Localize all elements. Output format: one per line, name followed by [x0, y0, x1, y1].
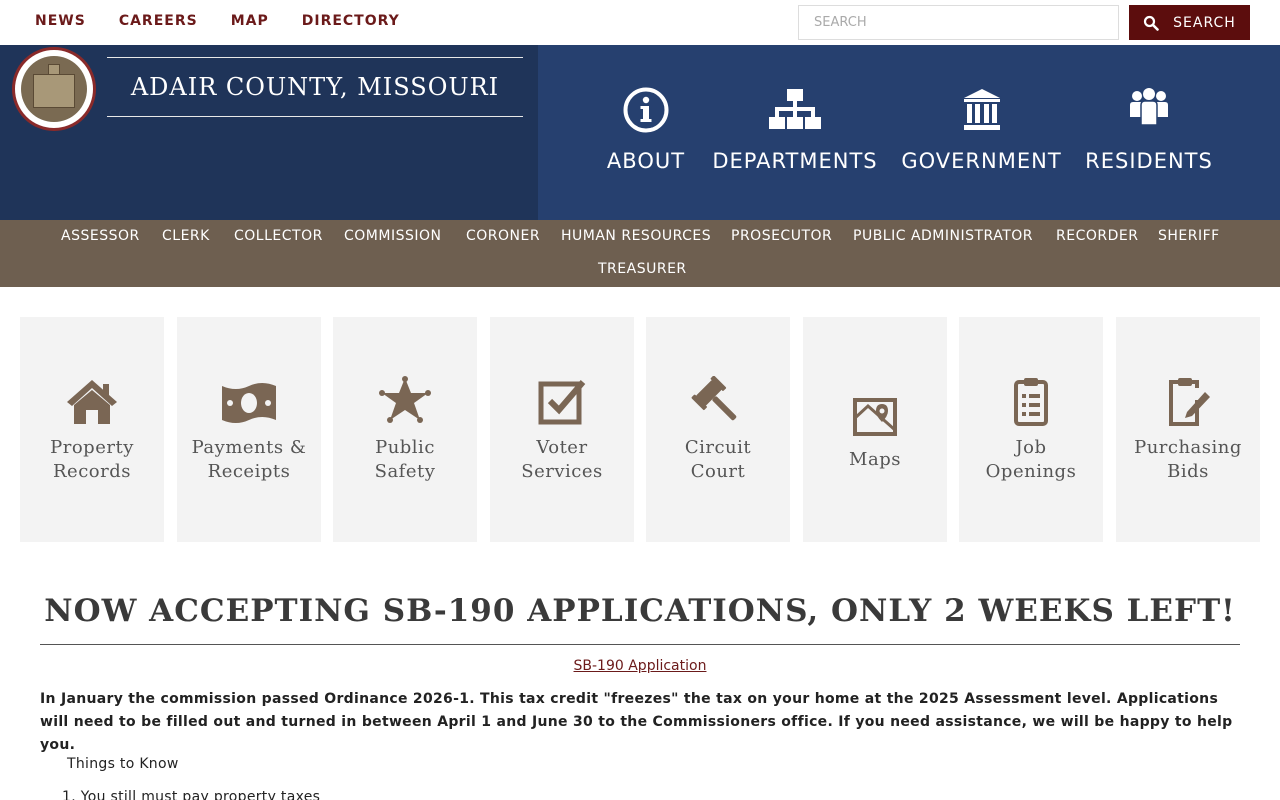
news-link[interactable]: NEWS [35, 13, 86, 29]
dept-commission[interactable]: COMMISSION [344, 228, 441, 244]
tile-job-openings[interactable]: Job Openings [959, 317, 1103, 542]
tile-maps[interactable]: Maps [803, 317, 947, 542]
things-to-know-heading: Things to Know [67, 756, 179, 772]
department-nav-bar: ASSESSOR CLERK COLLECTOR COMMISSION CORO… [0, 220, 1280, 287]
seal-image [21, 56, 87, 122]
county-seal-logo[interactable] [12, 47, 96, 131]
tile-purchasing-bids-label: Purchasing Bids [1134, 436, 1242, 482]
list-item: 1. You still must pay property taxes [62, 789, 321, 800]
dept-assessor[interactable]: ASSESSOR [61, 228, 140, 244]
site-title-banner[interactable]: ADAIR COUNTY, MISSOURI [107, 57, 523, 117]
search-input[interactable] [798, 5, 1119, 40]
tile-property-records[interactable]: Property Records [20, 317, 164, 542]
utility-bar: NEWS CAREERS MAP DIRECTORY SEARCH [0, 0, 1280, 45]
tile-public-safety-label: Public Safety [374, 436, 436, 482]
search-icon [1144, 15, 1159, 31]
map-icon [853, 397, 897, 436]
org-chart-icon [769, 89, 821, 129]
article-headline: NOW ACCEPTING SB-190 APPLICATIONS, ONLY … [44, 593, 1236, 629]
building-columns-icon [963, 89, 1000, 130]
tile-payments-receipts[interactable]: Payments & Receipts [177, 317, 321, 542]
tile-job-openings-label: Job Openings [985, 436, 1077, 482]
application-link-row: SB-190 Application [0, 657, 1280, 675]
tile-payments-receipts-label: Payments & Receipts [191, 436, 307, 482]
nav-residents[interactable]: RESIDENTS [1085, 45, 1213, 220]
tile-maps-label: Maps [849, 448, 901, 470]
info-icon [623, 87, 669, 133]
search-button-label: SEARCH [1173, 14, 1236, 31]
nav-government-label: GOVERNMENT [901, 149, 1062, 173]
tile-voter-services-label: Voter Services [521, 436, 603, 482]
house-icon [67, 379, 117, 424]
search-button[interactable]: SEARCH [1129, 5, 1250, 40]
tile-voter-services[interactable]: Voter Services [490, 317, 634, 542]
dept-treasurer[interactable]: TREASURER [598, 261, 687, 277]
clipboard-edit-icon [1169, 377, 1210, 426]
tile-property-records-label: Property Records [50, 436, 134, 482]
dept-sheriff[interactable]: SHERIFF [1158, 228, 1220, 244]
checkbox-icon [538, 379, 586, 424]
careers-link[interactable]: CAREERS [119, 13, 198, 29]
gavel-icon [691, 375, 737, 420]
sheriff-star-icon [379, 375, 431, 423]
dept-clerk[interactable]: CLERK [162, 228, 210, 244]
utility-nav: NEWS CAREERS MAP DIRECTORY [35, 13, 400, 29]
nav-residents-label: RESIDENTS [1085, 149, 1213, 173]
tile-circuit-court-label: Circuit Court [684, 436, 752, 482]
clipboard-list-icon [1014, 377, 1048, 426]
dept-collector[interactable]: COLLECTOR [234, 228, 323, 244]
directory-link[interactable]: DIRECTORY [302, 13, 400, 29]
tile-public-safety[interactable]: Public Safety [333, 317, 477, 542]
money-icon [222, 382, 276, 423]
headline-divider [40, 644, 1240, 645]
site-title: ADAIR COUNTY, MISSOURI [130, 73, 500, 101]
dept-prosecutor[interactable]: PROSECUTOR [731, 228, 832, 244]
dept-public-administrator[interactable]: PUBLIC ADMINISTRATOR [853, 228, 1033, 244]
nav-about-label: ABOUT [606, 149, 686, 173]
nav-departments[interactable]: DEPARTMENTS [710, 45, 880, 220]
nav-about[interactable]: ABOUT [606, 45, 686, 220]
people-icon [1130, 88, 1168, 126]
article-body: In January the commission passed Ordinan… [40, 691, 1233, 753]
map-link[interactable]: MAP [231, 13, 269, 29]
sb190-application-link[interactable]: SB-190 Application [574, 658, 707, 674]
dept-human-resources[interactable]: HUMAN RESOURCES [561, 228, 711, 244]
dept-recorder[interactable]: RECORDER [1056, 228, 1138, 244]
tile-purchasing-bids[interactable]: Purchasing Bids [1116, 317, 1260, 542]
tile-circuit-court[interactable]: Circuit Court [646, 317, 790, 542]
nav-departments-label: DEPARTMENTS [712, 149, 878, 173]
nav-government[interactable]: GOVERNMENT [901, 45, 1062, 220]
dept-coroner[interactable]: CORONER [466, 228, 540, 244]
